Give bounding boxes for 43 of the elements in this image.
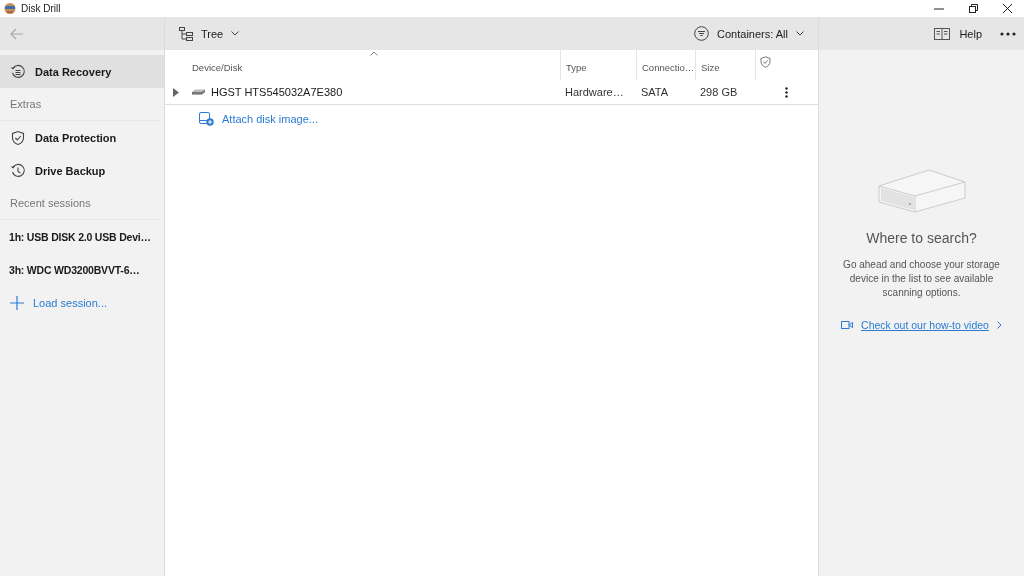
filter-icon — [694, 26, 710, 41]
chevron-down-icon — [231, 31, 240, 36]
chevron-right-icon — [996, 321, 1002, 329]
section-header: Extras — [0, 88, 160, 121]
shield-icon — [10, 129, 26, 146]
table-cell-text: SATA — [640, 86, 670, 98]
empty-state-description: Go ahead and choose your storage device in the list to see available scanning options. — [842, 258, 1001, 300]
sort-ascending-icon — [369, 51, 378, 56]
table-cell-text: 298 GB — [699, 86, 739, 98]
window-title: Disk Drill — [21, 3, 61, 14]
containers-filter-dropdown[interactable]: Containers: All — [692, 24, 806, 43]
empty-state-title: Where to search? — [866, 230, 977, 246]
session-item[interactable]: 3h: WDC WD3200BVVT-6… — [0, 253, 164, 286]
section-header: Recent sessions — [0, 187, 160, 220]
column-header[interactable]: Connectio… — [636, 50, 695, 80]
session-item[interactable]: 1h: USB DISK 2.0 USB Devi… — [0, 220, 164, 253]
more-options-icon[interactable] — [1000, 31, 1016, 36]
video-camera-icon — [841, 321, 854, 329]
attach-disk-image-link[interactable]: Attach disk image... — [199, 112, 318, 126]
chevron-down-icon — [796, 31, 804, 36]
sidebar-item[interactable]: Drive Backup — [0, 154, 164, 187]
book-icon — [934, 27, 951, 40]
sidebar-item[interactable]: Data Recovery — [0, 55, 164, 88]
column-header[interactable]: Device/Disk — [187, 50, 560, 80]
list-icon — [10, 63, 26, 80]
disk-icon — [192, 89, 205, 95]
table-cell: HGST HTS545032A7E380 — [187, 86, 560, 98]
plus-icon — [10, 295, 24, 310]
disk-image-add-icon — [199, 112, 214, 126]
how-to-video-link[interactable]: Check out our how-to video — [841, 319, 1002, 331]
load-session-link[interactable]: Load session... — [0, 286, 164, 319]
tree-icon — [179, 26, 193, 41]
view-mode-dropdown[interactable]: Tree — [177, 24, 242, 43]
expand-arrow-icon[interactable] — [172, 87, 180, 97]
shield-check-icon — [760, 56, 771, 68]
help-button[interactable]: Help — [932, 25, 984, 42]
sidebar-item[interactable]: Data Protection — [0, 121, 164, 154]
table-cell-text: Hardware… — [564, 86, 625, 98]
column-header[interactable]: Size — [695, 50, 755, 80]
app-logo-icon — [4, 2, 16, 15]
clock-icon — [10, 162, 26, 179]
column-header[interactable]: Type — [560, 50, 636, 80]
more-options-icon[interactable] — [784, 86, 788, 98]
